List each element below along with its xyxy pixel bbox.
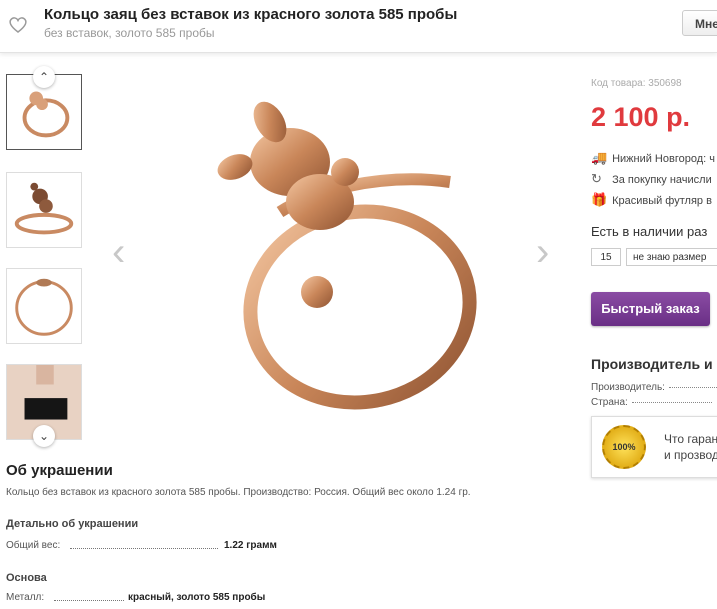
delivery-text: Нижний Новгород: ч [612,153,715,165]
weight-row: Общий вес: 1.22 грамм [6,540,306,551]
chevron-right-icon[interactable]: › [536,232,549,272]
divider [54,600,124,601]
refresh-icon: ↻ [591,171,602,186]
gift-info: 🎁 Красивый футляр в [591,192,712,208]
stock-status: Есть в наличии раз [591,224,708,239]
divider [70,548,218,549]
gift-text: Красивый футляр в [612,195,712,207]
product-main-image [130,62,530,422]
country-label: Страна: [591,397,628,408]
manufacturer-heading: Производитель и [591,356,713,372]
manufacturer-label: Производитель: [591,382,665,393]
guarantee-badge-icon: 100% [602,425,646,469]
thumbnail-ring-side[interactable] [6,172,82,248]
manufacturer-row: Производитель: [591,382,717,393]
country-row: Страна: [591,397,717,408]
guarantee-line-2: и прозвод [664,448,717,462]
chevron-down-icon[interactable]: ⌄ [33,425,55,447]
about-text: Кольцо без вставок из красного золота 58… [6,487,471,498]
metal-row: Металл: красный, золото 585 пробы [6,592,306,603]
guarantee-box[interactable]: 100% Что гаран и прозвод [591,416,717,478]
product-subtitle: без вставок, золото 585 пробы [44,26,215,40]
bonus-text: За покупку начисли [612,174,712,186]
quick-order-button[interactable]: Быстрый заказ [591,292,710,326]
metal-label: Металл: [6,592,45,603]
heart-icon[interactable] [8,16,28,34]
chevron-up-icon[interactable]: ⌃ [33,66,55,88]
quantity-field[interactable]: 15 [591,248,621,266]
guarantee-text: Что гаран и прозвод [664,431,717,463]
thumbnail-ring-top[interactable] [6,268,82,344]
base-heading: Основа [6,572,47,584]
truck-icon: 🚚 [591,150,608,165]
product-sku: Код товара: 350698 [591,78,682,89]
size-select[interactable]: не знаю размер [626,248,717,266]
divider [668,387,717,388]
product-header-bar: Кольцо заяц без вставок из красного золо… [0,0,717,53]
product-title: Кольцо заяц без вставок из красного золо… [44,6,458,23]
weight-label: Общий вес: [6,540,61,551]
metal-value: красный, золото 585 пробы [128,592,266,603]
details-heading: Детально об украшении [6,518,139,530]
divider [631,402,712,403]
chevron-left-icon[interactable]: ‹ [112,232,125,272]
gift-icon: 🎁 [591,192,608,207]
weight-value: 1.22 грамм [224,540,277,551]
guarantee-line-1: Что гаран [664,432,717,446]
bonus-info: ↻ За покупку начисли [591,171,712,187]
header-menu-button[interactable]: Мне [682,10,717,36]
about-heading: Об украшении [6,462,113,479]
product-price: 2 100 р. [591,102,691,132]
delivery-info: 🚚 Нижний Новгород: ч [591,150,715,166]
